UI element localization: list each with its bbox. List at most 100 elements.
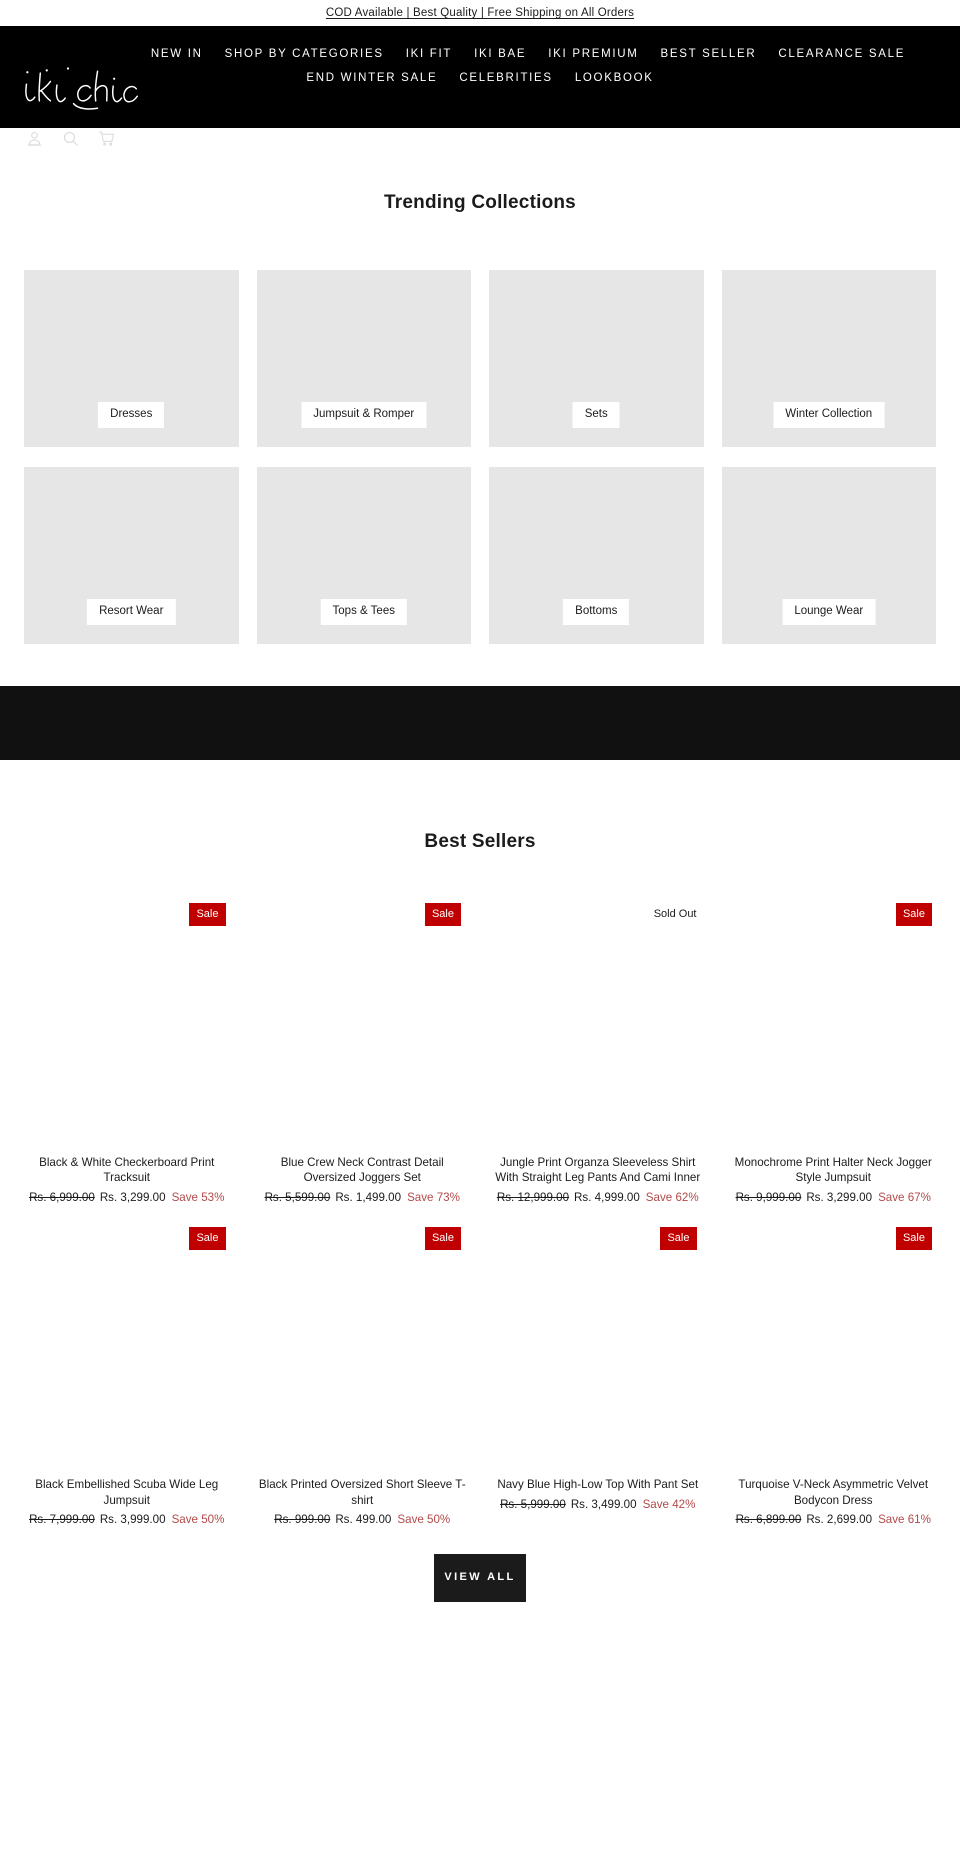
product-card[interactable]: Sold Out Jungle Print Organza Sleeveless… xyxy=(489,903,707,1205)
product-info: Jungle Print Organza Sleeveless Shirt Wi… xyxy=(489,1155,707,1205)
collection-label: Sets xyxy=(572,402,620,428)
product-info: Navy Blue High-Low Top With Pant Set Rs.… xyxy=(489,1477,707,1512)
price-line: Rs. 12,999.00 Rs. 4,999.00 Save 62% xyxy=(491,1190,705,1206)
status-badge: Sale xyxy=(189,1227,226,1251)
nav-item-iki-fit[interactable]: IKI FIT xyxy=(395,42,463,66)
collection-label: Jumpsuit & Romper xyxy=(301,402,427,428)
search-icon[interactable] xyxy=(62,130,79,147)
collections-grid: Dresses Jumpsuit & Romper Sets Winter Co… xyxy=(0,269,960,644)
product-title: Turquoise V-Neck Asymmetric Velvet Bodyc… xyxy=(738,1478,929,1507)
collection-card-lounge-wear[interactable]: Lounge Wear xyxy=(721,466,936,644)
product-title: Navy Blue High-Low Top With Pant Set xyxy=(497,1478,699,1492)
product-card[interactable]: Sale Turquoise V-Neck Asymmetric Velvet … xyxy=(724,1227,942,1527)
main-navigation: NEW IN SHOP BY CATEGORIES IKI FIT IKI BA… xyxy=(0,26,960,90)
collection-card-resort-wear[interactable]: Resort Wear xyxy=(24,466,239,644)
product-title: Monochrome Print Halter Neck Jogger Styl… xyxy=(734,1156,932,1185)
price-savings: Save 53% xyxy=(171,1190,225,1204)
nav-item-new-in[interactable]: NEW IN xyxy=(140,42,214,66)
product-title: Black Embellished Scuba Wide Leg Jumpsui… xyxy=(35,1478,219,1507)
account-icon[interactable] xyxy=(26,130,43,147)
nav-item-lookbook[interactable]: LOOKBOOK xyxy=(564,66,665,90)
price-line: Rs. 7,999.00 Rs. 3,999.00 Save 50% xyxy=(20,1512,234,1528)
price-original: Rs. 12,999.00 xyxy=(496,1190,570,1204)
status-badge: Sale xyxy=(424,903,461,927)
nav-item-best-seller[interactable]: BEST SELLER xyxy=(650,42,768,66)
product-info: Black Printed Oversized Short Sleeve T-s… xyxy=(254,1477,472,1527)
price-sale: Rs. 3,999.00 xyxy=(99,1513,166,1527)
price-original: Rs. 7,999.00 xyxy=(29,1513,95,1527)
product-info: Monochrome Print Halter Neck Jogger Styl… xyxy=(725,1155,943,1205)
trending-title-wrap: Trending Collections xyxy=(0,192,960,270)
badge-wrap: Sale xyxy=(189,1227,226,1251)
collection-label: Bottoms xyxy=(563,599,630,625)
product-image[interactable]: Sale xyxy=(489,1227,707,1478)
product-title: Black Printed Oversized Short Sleeve T-s… xyxy=(258,1478,466,1507)
price-sale: Rs. 2,699.00 xyxy=(806,1513,873,1527)
collection-card-bottoms[interactable]: Bottoms xyxy=(489,466,704,644)
nav-row-secondary: END WINTER SALE CELEBRITIES LOOKBOOK xyxy=(0,66,960,90)
product-card[interactable]: Sale Black Printed Oversized Short Sleev… xyxy=(253,1227,472,1527)
collection-label: Resort Wear xyxy=(87,599,176,625)
price-savings: Save 62% xyxy=(645,1190,699,1204)
product-info: Black & White Checkerboard Print Tracksu… xyxy=(18,1155,236,1205)
product-card[interactable]: Sale Blue Crew Neck Contrast Detail Over… xyxy=(253,903,472,1205)
badge-wrap: Sale xyxy=(424,903,461,927)
collection-card-winter-collection[interactable]: Winter Collection xyxy=(721,269,936,447)
announcement-bar: COD Available | Best Quality | Free Ship… xyxy=(0,0,960,26)
promo-banner-band xyxy=(0,685,960,760)
collection-label: Winter Collection xyxy=(773,402,885,428)
price-savings: Save 50% xyxy=(397,1513,451,1527)
announcement-text[interactable]: COD Available | Best Quality | Free Ship… xyxy=(326,7,634,19)
product-image[interactable]: Sale xyxy=(18,903,236,1156)
badge-wrap: Sale xyxy=(189,903,226,927)
status-badge: Sale xyxy=(424,1227,461,1251)
product-image[interactable]: Sale xyxy=(724,1227,942,1478)
product-info: Blue Crew Neck Contrast Detail Oversized… xyxy=(254,1155,472,1205)
products-grid-row-1: Sale Black & White Checkerboard Print Tr… xyxy=(0,903,960,1205)
product-card[interactable]: Sale Black & White Checkerboard Print Tr… xyxy=(18,903,236,1205)
product-image[interactable]: Sale xyxy=(253,903,471,1156)
product-card[interactable]: Sale Navy Blue High-Low Top With Pant Se… xyxy=(489,1227,707,1527)
site-logo[interactable] xyxy=(20,60,140,114)
nav-item-shop-by-categories[interactable]: SHOP BY CATEGORIES xyxy=(214,42,395,66)
cart-icon[interactable] xyxy=(98,130,115,147)
product-info: Black Embellished Scuba Wide Leg Jumpsui… xyxy=(18,1477,236,1527)
product-title: Blue Crew Neck Contrast Detail Oversized… xyxy=(280,1156,444,1185)
view-all-button[interactable]: VIEW ALL xyxy=(434,1553,526,1602)
collection-card-tops-tees[interactable]: Tops & Tees xyxy=(256,466,471,644)
price-sale: Rs. 499.00 xyxy=(335,1513,392,1527)
price-sale: Rs. 3,299.00 xyxy=(806,1190,873,1204)
site-header: NEW IN SHOP BY CATEGORIES IKI FIT IKI BA… xyxy=(0,26,960,146)
nav-item-iki-premium[interactable]: IKI PREMIUM xyxy=(537,42,649,66)
price-savings: Save 50% xyxy=(171,1513,225,1527)
product-image[interactable]: Sold Out xyxy=(489,903,707,1156)
status-badge: Sold Out xyxy=(653,908,697,921)
nav-item-end-winter-sale[interactable]: END WINTER SALE xyxy=(295,66,448,90)
product-image[interactable]: Sale xyxy=(18,1227,236,1478)
price-original: Rs. 999.00 xyxy=(274,1513,331,1527)
product-image[interactable]: Sale xyxy=(253,1227,471,1478)
price-original: Rs. 6,899.00 xyxy=(735,1513,802,1527)
price-original: Rs. 6,999.00 xyxy=(29,1190,95,1204)
best-sellers-title: Best Sellers xyxy=(424,831,536,853)
price-line: Rs. 5,999.00 Rs. 3,499.00 Save 42% xyxy=(491,1497,705,1513)
nav-item-clearance-sale[interactable]: CLEARANCE SALE xyxy=(767,42,916,66)
price-savings: Save 42% xyxy=(642,1497,696,1511)
price-line: Rs. 999.00 Rs. 499.00 Save 50% xyxy=(256,1512,470,1528)
view-all-wrap: VIEW ALL xyxy=(0,1528,960,1640)
badge-wrap: Sale xyxy=(660,1227,697,1251)
price-sale: Rs. 3,299.00 xyxy=(99,1190,166,1204)
price-sale: Rs. 1,499.00 xyxy=(335,1190,402,1204)
nav-item-celebrities[interactable]: CELEBRITIES xyxy=(448,66,563,90)
nav-row-primary: NEW IN SHOP BY CATEGORIES IKI FIT IKI BA… xyxy=(0,42,960,66)
trending-collections-title: Trending Collections xyxy=(384,191,576,213)
product-card[interactable]: Sale Black Embellished Scuba Wide Leg Ju… xyxy=(18,1227,236,1527)
collection-card-sets[interactable]: Sets xyxy=(489,269,704,447)
badge-wrap: Sale xyxy=(895,1227,932,1251)
product-image[interactable]: Sale xyxy=(724,903,942,1156)
collection-card-jumpsuit-romper[interactable]: Jumpsuit & Romper xyxy=(256,269,471,447)
nav-item-iki-bae[interactable]: IKI BAE xyxy=(463,42,537,66)
badge-wrap: Sold Out xyxy=(654,903,697,926)
product-card[interactable]: Sale Monochrome Print Halter Neck Jogger… xyxy=(724,903,943,1205)
collection-card-dresses[interactable]: Dresses xyxy=(24,269,239,447)
